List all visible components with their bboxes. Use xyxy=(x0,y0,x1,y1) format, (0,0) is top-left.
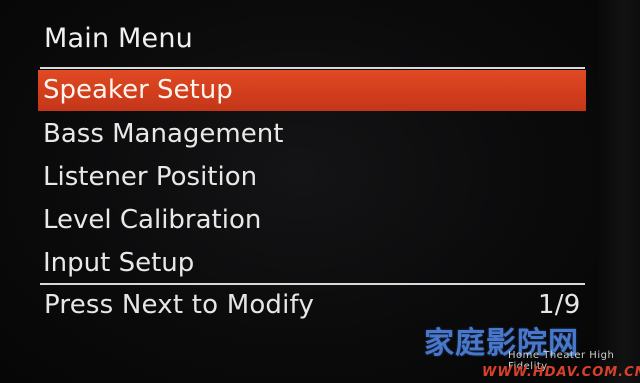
main-menu-list: Speaker Setup Bass Management Listener P… xyxy=(38,70,586,285)
device-display: Main Menu Speaker Setup Bass Management … xyxy=(0,0,640,383)
status-divider xyxy=(40,283,585,285)
title-divider xyxy=(40,67,585,69)
menu-item-bass-management[interactable]: Bass Management xyxy=(38,113,586,156)
status-hint: Press Next to Modify xyxy=(44,290,315,320)
watermark-url: WWW.HDAV.COM.CN xyxy=(482,365,640,380)
menu-title: Main Menu xyxy=(44,23,193,54)
site-watermark: 家庭影院网 Home Theater High Fidelity WWW.HDA… xyxy=(424,318,640,383)
menu-item-speaker-setup[interactable]: Speaker Setup xyxy=(38,70,586,111)
menu-item-listener-position[interactable]: Listener Position xyxy=(38,156,586,199)
page-indicator: 1/9 xyxy=(538,290,581,320)
menu-item-input-setup[interactable]: Input Setup xyxy=(38,242,586,285)
menu-item-level-calibration[interactable]: Level Calibration xyxy=(38,199,586,242)
